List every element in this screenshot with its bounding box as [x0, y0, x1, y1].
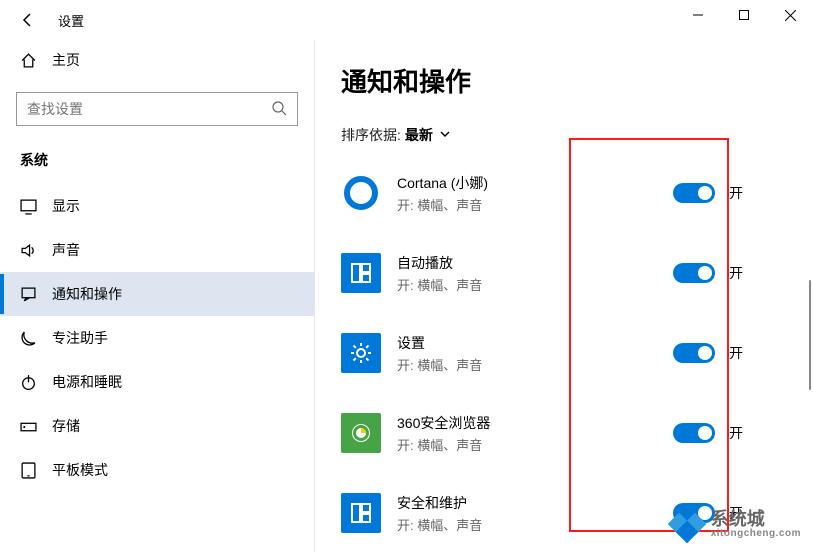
toggle-switch[interactable] [673, 183, 715, 203]
settings-icon [341, 333, 381, 373]
app-name: 设置 [397, 333, 673, 353]
sort-dropdown[interactable]: 最新 [405, 125, 451, 145]
sidebar-item-focus-assist[interactable]: 专注助手 [0, 316, 314, 360]
app-row-cortana[interactable]: Cortana (小娜) 开: 横幅、声音 开 [341, 163, 813, 223]
minimize-button[interactable] [675, 0, 721, 30]
toggle-switch[interactable] [673, 503, 715, 523]
toggle-state-label: 开 [729, 183, 743, 203]
sort-value-text: 最新 [405, 125, 433, 145]
sidebar-item-display[interactable]: 显示 [0, 184, 314, 228]
main-content: 通知和操作 排序依据: 最新 Cortana (小娜) 开: 横幅、声音 [315, 40, 813, 552]
security-icon [341, 493, 381, 533]
app-name: 安全和维护 [397, 493, 673, 513]
sidebar-item-tablet-mode[interactable]: 平板模式 [0, 448, 314, 492]
sidebar-item-power-sleep[interactable]: 电源和睡眠 [0, 360, 314, 404]
window-controls [675, 0, 813, 30]
app-row-360browser[interactable]: 360安全浏览器 开: 横幅、声音 开 [341, 403, 813, 463]
sidebar-item-label: 通知和操作 [52, 284, 122, 304]
search-icon [271, 100, 287, 119]
sidebar-item-storage[interactable]: 存储 [0, 404, 314, 448]
sidebar-item-label: 电源和睡眠 [52, 372, 122, 392]
search-box[interactable] [16, 92, 298, 126]
app-sub: 开: 横幅、声音 [397, 195, 673, 214]
sidebar-item-label: 显示 [52, 196, 80, 216]
sidebar-item-label: 专注助手 [52, 328, 108, 348]
cortana-icon [344, 176, 378, 210]
app-row-settings[interactable]: 设置 开: 横幅、声音 开 [341, 323, 813, 383]
app-sub: 开: 横幅、声音 [397, 515, 673, 534]
window-title: 设置 [58, 11, 84, 30]
app-row-security-maintenance[interactable]: 安全和维护 开: 横幅、声音 开 [341, 483, 813, 543]
autoplay-icon [341, 253, 381, 293]
sidebar-item-notifications[interactable]: 通知和操作 [0, 272, 314, 316]
toggle-state-label: 开 [729, 343, 743, 363]
sidebar: 主页 系统 显示 声音 通知和操作 [0, 40, 315, 552]
app-name: Cortana (小娜) [397, 173, 673, 193]
page-title: 通知和操作 [341, 40, 813, 99]
sidebar-item-label: 声音 [52, 240, 80, 260]
maximize-button[interactable] [721, 0, 767, 30]
sidebar-item-sound[interactable]: 声音 [0, 228, 314, 272]
tablet-mode-icon [20, 462, 38, 479]
notifications-icon [20, 286, 38, 303]
sidebar-item-label: 平板模式 [52, 460, 108, 480]
sort-label: 排序依据: [341, 125, 401, 145]
sound-icon [20, 242, 38, 259]
storage-icon [20, 418, 38, 435]
app-sub: 开: 横幅、声音 [397, 355, 673, 374]
home-icon [20, 52, 38, 69]
toggle-state-label: 开 [729, 503, 743, 523]
close-button[interactable] [767, 0, 813, 30]
home-nav-item[interactable]: 主页 [0, 40, 314, 80]
toggle-state-label: 开 [729, 263, 743, 283]
app-name: 360安全浏览器 [397, 413, 673, 433]
focus-assist-icon [20, 330, 38, 347]
home-label: 主页 [52, 50, 80, 70]
scrollbar[interactable] [809, 280, 811, 390]
chevron-down-icon [439, 127, 451, 143]
power-sleep-icon [20, 374, 38, 391]
toggle-switch[interactable] [673, 343, 715, 363]
app-name: 自动播放 [397, 253, 673, 273]
sidebar-item-label: 存储 [52, 416, 80, 436]
app-sub: 开: 横幅、声音 [397, 435, 673, 454]
app-notification-list: Cortana (小娜) 开: 横幅、声音 开 自动播放 开: 横幅、声音 [341, 163, 813, 543]
search-input[interactable] [27, 101, 271, 117]
section-header-system: 系统 [0, 144, 314, 184]
toggle-state-label: 开 [729, 423, 743, 443]
back-button[interactable] [18, 10, 38, 30]
display-icon [20, 198, 38, 215]
toggle-switch[interactable] [673, 263, 715, 283]
sort-row[interactable]: 排序依据: 最新 [341, 125, 813, 145]
app-row-autoplay[interactable]: 自动播放 开: 横幅、声音 开 [341, 243, 813, 303]
app-sub: 开: 横幅、声音 [397, 275, 673, 294]
toggle-switch[interactable] [673, 423, 715, 443]
360browser-icon [341, 413, 381, 453]
